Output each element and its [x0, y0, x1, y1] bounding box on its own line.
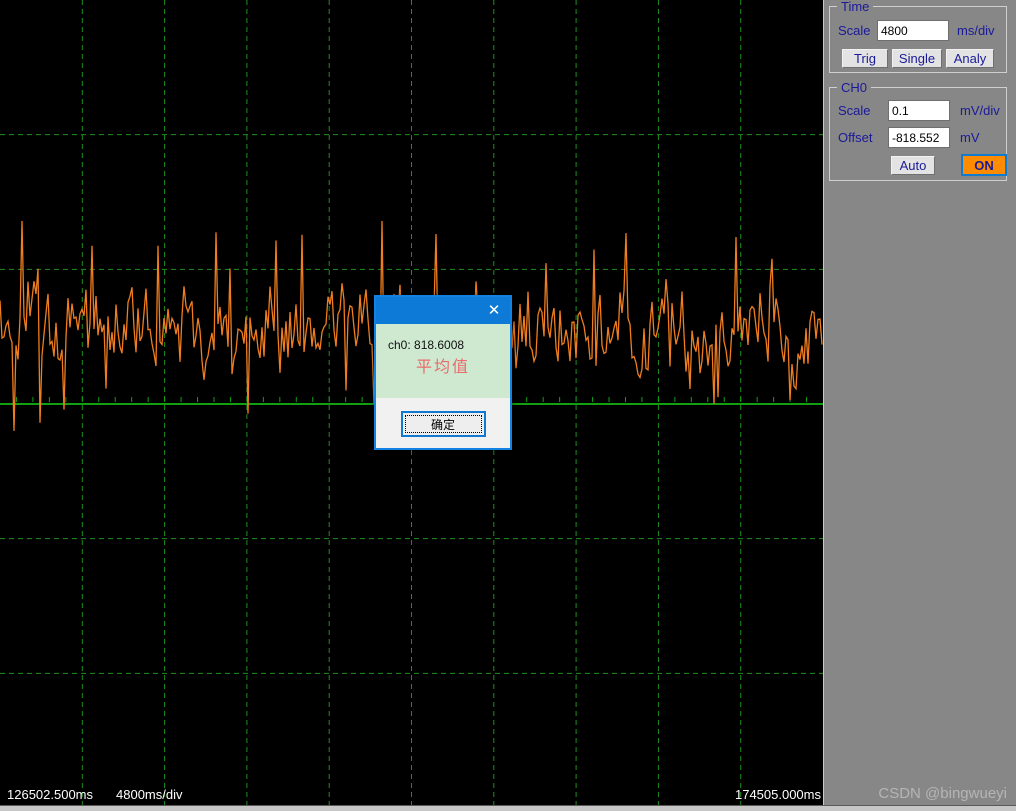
dialog-message-text: ch0: 818.6008 — [388, 338, 465, 352]
ch0-scale-input[interactable] — [888, 100, 950, 121]
single-button[interactable]: Single — [892, 49, 942, 68]
dialog-body: ch0: 818.6008 平均值 — [376, 324, 510, 398]
dialog-footer: 确定 — [376, 398, 510, 450]
ch0-on-toggle[interactable]: ON — [961, 154, 1007, 176]
time-group-title: Time — [837, 0, 874, 14]
ch0-groupbox: CH0 Scale mV/div Offset mV Auto ON — [829, 80, 1007, 181]
time-scale-label: Scale — [838, 23, 871, 38]
ok-button-label: 确定 — [430, 417, 455, 432]
time-groupbox: Time Scale ms/div Trig Single Analy — [829, 0, 1007, 73]
time-scale-input[interactable] — [877, 20, 949, 41]
time-per-div-readout: 4800ms/div — [116, 787, 183, 802]
time-start-readout: 126502.500ms — [7, 787, 94, 802]
auto-button[interactable]: Auto — [891, 156, 935, 175]
watermark-text: CSDN @bingwueyi — [878, 785, 1007, 802]
control-panel: Time Scale ms/div Trig Single Analy CH0 … — [823, 0, 1016, 806]
close-icon[interactable]: ✕ — [484, 301, 504, 320]
ch0-offset-label: Offset — [838, 130, 873, 145]
ch0-offset-input[interactable] — [888, 127, 950, 148]
time-scale-unit: ms/div — [957, 23, 995, 38]
analy-button[interactable]: Analy — [946, 49, 994, 68]
measurement-dialog: ✕ ch0: 818.6008 平均值 确定 — [374, 295, 512, 450]
ch0-scale-label: Scale — [838, 103, 871, 118]
ch0-group-title: CH0 — [837, 80, 872, 95]
ch0-offset-unit: mV — [960, 130, 980, 145]
time-end-readout: 174505.000ms — [734, 787, 821, 802]
dialog-titlebar[interactable]: ✕ — [376, 297, 510, 324]
ok-button[interactable]: 确定 — [400, 411, 486, 437]
trig-button[interactable]: Trig — [842, 49, 888, 68]
window-bottom-border — [0, 805, 1016, 811]
ch0-scale-unit: mV/div — [960, 103, 1000, 118]
dialog-annotation-text: 平均值 — [415, 359, 470, 376]
